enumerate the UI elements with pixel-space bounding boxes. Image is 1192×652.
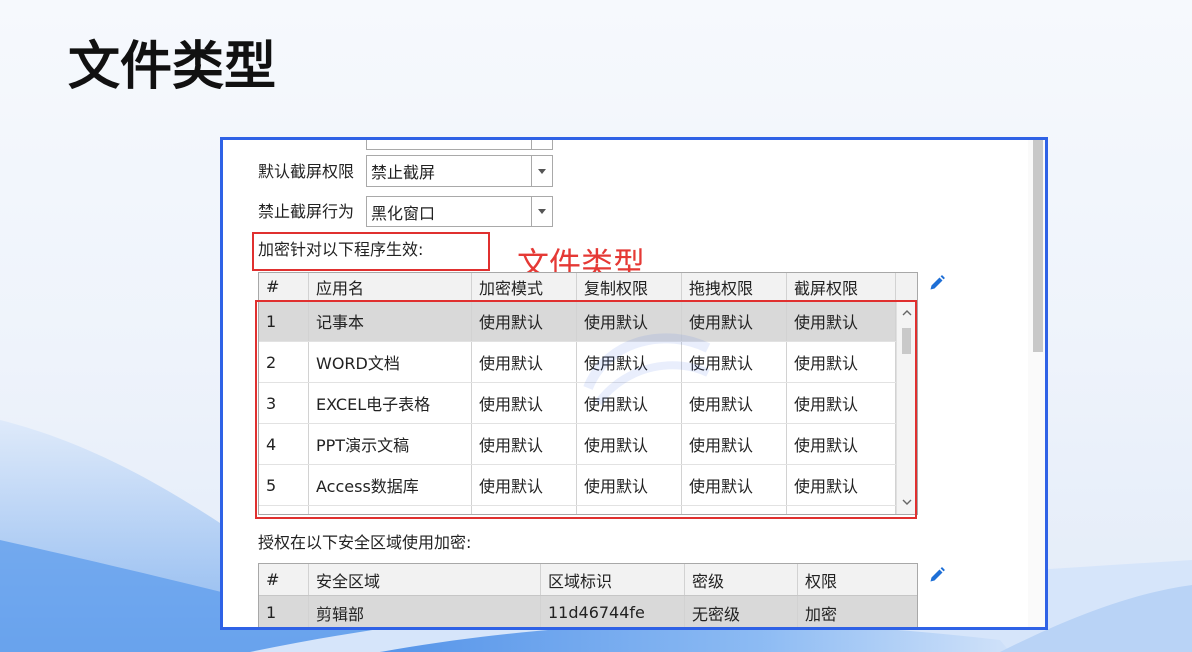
- screenshot-permission-label: 默认截屏权限: [258, 162, 355, 181]
- chevron-down-icon: [538, 168, 546, 174]
- col-header-zone-id[interactable]: 区域标识: [541, 564, 685, 595]
- col-header-app-name[interactable]: 应用名: [309, 273, 472, 300]
- table-header: # 应用名 加密模式 复制权限 拖拽权限 截屏权限: [259, 273, 917, 301]
- partial-dropdown[interactable]: [366, 140, 553, 150]
- col-header-index[interactable]: #: [259, 564, 309, 595]
- screenshot-window: 默认截屏权限 禁止截屏 禁止截屏行为 黑化窗口 加密针对以下程序生效: 文件类型…: [220, 137, 1048, 630]
- pencil-icon[interactable]: [928, 566, 946, 584]
- col-header-copy-permission[interactable]: 复制权限: [577, 273, 682, 300]
- cell-classification: 无密级: [685, 596, 798, 627]
- col-header-spacer: [896, 273, 917, 300]
- dropdown-arrow-button[interactable]: [531, 140, 552, 149]
- col-header-screenshot-permission[interactable]: 截屏权限: [787, 273, 896, 300]
- col-header-classification[interactable]: 密级: [685, 564, 798, 595]
- cell-zone-id: 11d46744fe: [541, 596, 685, 627]
- cell-permission: 加密: [805, 604, 838, 624]
- screenshot-behavior-dropdown[interactable]: 黑化窗口: [366, 196, 553, 227]
- col-header-security-zone[interactable]: 安全区域: [309, 564, 541, 595]
- dropdown-arrow-button[interactable]: [531, 197, 552, 226]
- window-scrollbar[interactable]: [1028, 140, 1045, 627]
- col-header-permission[interactable]: 权限: [798, 564, 917, 595]
- screenshot-permission-dropdown[interactable]: 禁止截屏: [366, 155, 553, 187]
- programs-label: 加密针对以下程序生效:: [258, 240, 424, 259]
- pencil-icon[interactable]: [928, 274, 946, 292]
- col-header-drag-permission[interactable]: 拖拽权限: [682, 273, 787, 300]
- zones-table: # 安全区域 区域标识 密级 权限 1 剪辑部 11d46744fe 无密级 加…: [258, 563, 918, 627]
- chevron-down-icon: [538, 209, 546, 214]
- slide-title: 文件类型: [68, 37, 277, 97]
- screenshot-permission-value: 禁止截屏: [371, 163, 436, 182]
- highlight-box-programs-rows: [255, 300, 917, 519]
- screenshot-behavior-value: 黑化窗口: [371, 203, 436, 223]
- table-header: # 安全区域 区域标识 密级 权限: [259, 564, 917, 596]
- table-row[interactable]: 1 剪辑部 11d46744fe 无密级 加密: [259, 596, 917, 627]
- col-header-index[interactable]: #: [259, 273, 309, 300]
- zones-label: 授权在以下安全区域使用加密:: [258, 533, 472, 552]
- window-scrollbar-thumb[interactable]: [1033, 140, 1043, 352]
- cell-index: 1: [259, 596, 309, 627]
- dropdown-arrow-button[interactable]: [531, 156, 552, 186]
- col-header-encrypt-mode[interactable]: 加密模式: [472, 273, 577, 300]
- screenshot-behavior-label: 禁止截屏行为: [258, 202, 355, 221]
- cell-security-zone: 剪辑部: [309, 596, 541, 627]
